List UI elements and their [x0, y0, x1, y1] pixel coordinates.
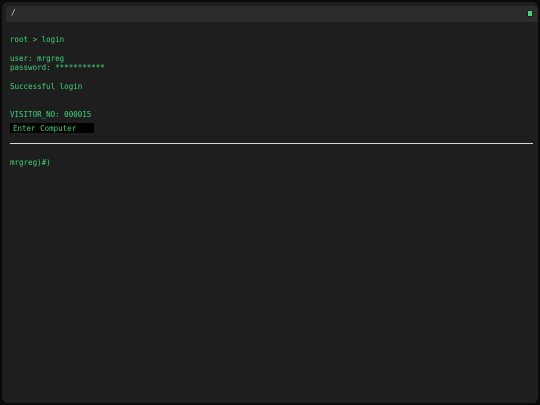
computer-input-box[interactable] [10, 123, 94, 133]
command-line: root > login [10, 35, 65, 44]
prompt-line[interactable]: mrgreg)#) [10, 158, 51, 167]
user-line: user: mrgreg [10, 54, 65, 63]
terminal-window: / root > login user: mrgreg password: **… [0, 0, 540, 405]
visitor-line: VISITOR_NO: 000015 [10, 110, 92, 119]
divider [10, 143, 533, 144]
password-line: password: *********** [10, 63, 105, 72]
window-path: / [11, 8, 16, 17]
enter-computer-input[interactable] [10, 123, 94, 133]
title-bar: / [6, 6, 538, 22]
green-square-icon[interactable] [527, 10, 533, 17]
status-line: Successful login [10, 82, 83, 91]
terminal-body: root > login user: mrgreg password: ****… [6, 22, 538, 403]
